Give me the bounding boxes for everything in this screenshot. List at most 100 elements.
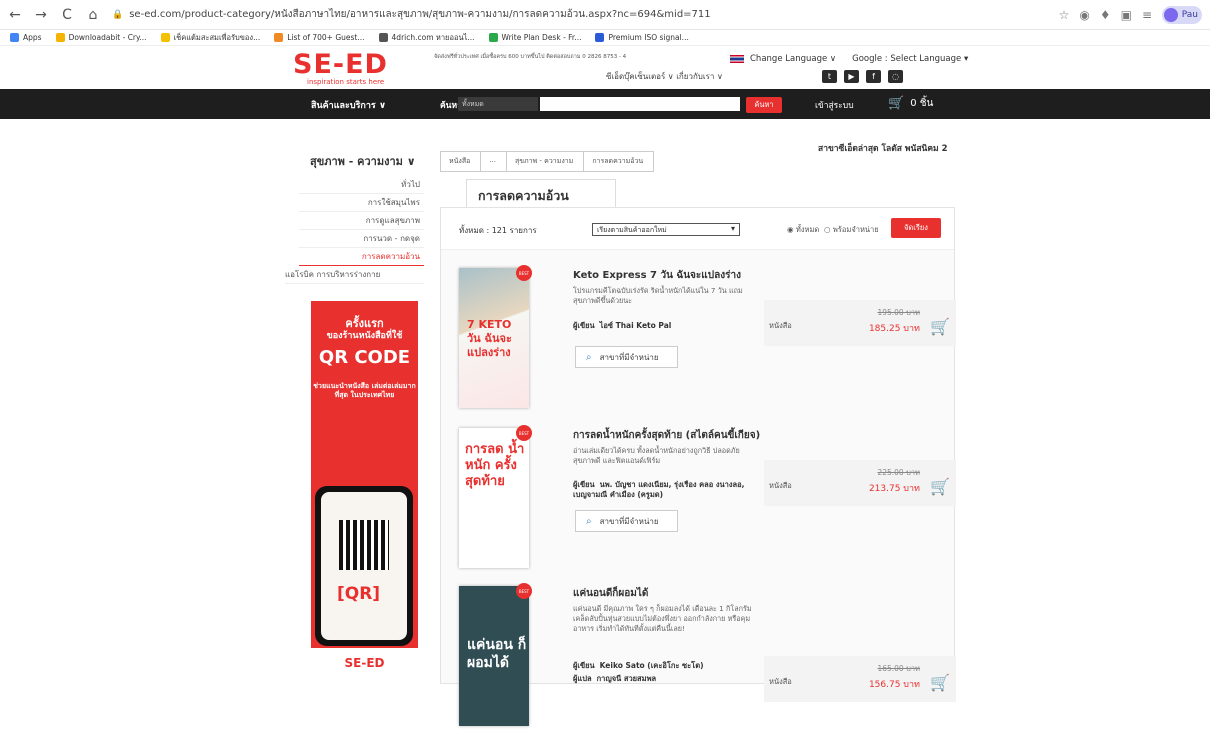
product-item: BEST การลด น้ำหนัก ครั้งสุดท้าย การลดน้ำ…: [459, 425, 956, 578]
cart-button[interactable]: 🛒 0 ชิ้น: [888, 96, 933, 111]
reload-icon[interactable]: C: [60, 7, 74, 23]
bookmark-apps[interactable]: Apps: [10, 33, 42, 42]
book-cover[interactable]: BEST การลด น้ำหนัก ครั้งสุดท้าย: [459, 425, 532, 568]
qr-code-banner[interactable]: ครั้งแรก ของร้านหนังสือที่ใช้ QR CODE ช่…: [311, 301, 418, 684]
search-button[interactable]: ค้นหา: [746, 97, 782, 113]
header-links[interactable]: ซีเอ็ดบุ๊คเซ็นเตอร์ ∨ เกี่ยวกับเรา ∨: [606, 70, 723, 83]
product-type: หนังสือ: [769, 677, 792, 686]
extensions: ☆ ◉ ♦ ▣ ≡ Pau: [1059, 5, 1202, 24]
add-to-cart-icon[interactable]: 🛒: [930, 477, 950, 496]
extension-icon[interactable]: ▣: [1121, 8, 1132, 22]
search-icon: ⌕: [586, 515, 592, 527]
sidebar-item[interactable]: ทั่วไป: [299, 176, 424, 194]
sidebar-item[interactable]: การใช้สมุนไพร: [299, 194, 424, 212]
phone-illustration: [QR]: [315, 486, 413, 646]
google-language-select[interactable]: Google : Select Language ▾: [852, 54, 968, 64]
bookmark-item[interactable]: Premium ISO signal...: [595, 33, 689, 42]
category-tab: การลดความอ้วน: [466, 179, 616, 208]
product-description: แค่นอนดี มีคุณภาพ ใคร ๆ ก็ผอมลงได้ เดือน…: [573, 604, 752, 633]
sidebar-item[interactable]: การดูแลสุขภาพ: [299, 212, 424, 230]
profile-button[interactable]: Pau: [1162, 5, 1202, 24]
breadcrumb-item[interactable]: การลดความอ้วน: [583, 151, 655, 172]
book-cover[interactable]: BEST 7 KETO วัน ฉันจะแปลงร่าง: [459, 265, 532, 408]
latest-branch-notice[interactable]: สาขาซีเอ็ดล่าสุด โลตัส พนัสนิคม 2: [818, 141, 948, 155]
extension-icon[interactable]: ◉: [1079, 8, 1089, 22]
product-item: BEST 7 KETO วัน ฉันจะแปลงร่าง Keto Expre…: [459, 265, 956, 418]
bookmark-item[interactable]: Downloadabit - Cry...: [55, 33, 147, 42]
home-icon[interactable]: ⌂: [86, 7, 100, 23]
extension-icon[interactable]: ♦: [1100, 8, 1111, 22]
se-ed-logo[interactable]: SE-ED inspiration starts here: [293, 51, 410, 87]
breadcrumb-item[interactable]: สุขภาพ - ความงาม: [505, 151, 585, 172]
bookmarks-bar: Apps Downloadabit - Cry... เช็คแต้มสะสมเ…: [0, 30, 1210, 46]
sort-button[interactable]: จัดเรียง: [891, 218, 941, 238]
url-text: se-ed.com/product-category/หนังสือภาษาไท…: [129, 9, 711, 20]
add-to-cart-icon[interactable]: 🛒: [930, 673, 950, 692]
sidebar-item[interactable]: แอโรบิค การบริหารร่างกาย: [285, 266, 424, 284]
old-price: 225.00 บาท: [877, 468, 920, 477]
category-title[interactable]: สุขภาพ - ความงาม ∨: [310, 152, 416, 170]
product-panel: ทั้งหมด : 121 รายการ เรียงตามสินค้าออกให…: [440, 207, 956, 726]
site-header: SE-ED inspiration starts here จัดส่งฟรีท…: [0, 46, 1210, 89]
star-icon[interactable]: ☆: [1059, 8, 1070, 22]
change-language-link[interactable]: Change Language ∨: [750, 54, 836, 64]
product-author: ผู้เขียน ไอซ์ Thai Keto Pal: [573, 321, 672, 330]
breadcrumb-item[interactable]: ...: [480, 151, 507, 172]
products-menu[interactable]: สินค้าและบริการ ∨: [311, 98, 386, 112]
bookmark-item[interactable]: เช็คแต้มสะสมเพื่อรับของ...: [160, 32, 260, 44]
product-title[interactable]: การลดน้ำหนักครั้งสุดท้าย (สไตล์คนขี้เกีย…: [573, 428, 760, 443]
twitter-icon[interactable]: t: [822, 70, 837, 83]
login-link[interactable]: เข้าสู่ระบบ: [815, 98, 854, 112]
sidebar-categories: ทั่วไป การใช้สมุนไพร การดูแลสุขภาพ การนว…: [285, 176, 424, 284]
sale-price: 213.75 บาท: [868, 484, 920, 494]
old-price: 165.00 บาท: [877, 664, 920, 673]
lock-icon: 🔒: [112, 9, 124, 20]
sale-price: 156.75 บาท: [868, 680, 920, 690]
facebook-icon[interactable]: f: [866, 70, 881, 83]
bestseller-badge: BEST: [516, 583, 532, 599]
product-title[interactable]: แค่นอนดีก็ผอมได้: [573, 586, 648, 601]
youtube-icon[interactable]: ▶: [844, 70, 859, 83]
sidebar-item-active[interactable]: การลดความอ้วน: [299, 248, 424, 266]
line-icon[interactable]: ◌: [888, 70, 903, 83]
language-selectors: Change Language ∨ Google : Select Langua…: [730, 54, 968, 64]
browser-toolbar: ← → C ⌂ 🔒 se-ed.com/product-category/หนั…: [0, 0, 1210, 30]
bestseller-badge: BEST: [516, 425, 532, 441]
result-count: ทั้งหมด : 121 รายการ: [459, 226, 537, 235]
radio-available[interactable]: ○ พร้อมจำหน่าย: [824, 224, 879, 236]
bookmark-item[interactable]: List of 700+ Guest...: [274, 33, 365, 42]
main-navbar: สินค้าและบริการ ∨ ค้นหา ทั้งหมด ค้นหา เข…: [0, 89, 1210, 119]
price-box: หนังสือ 195.00 บาท 185.25 บาท 🛒: [764, 300, 956, 346]
banner-logo: SE-ED: [311, 648, 418, 684]
list-toolbar: ทั้งหมด : 121 รายการ เรียงตามสินค้าออกให…: [441, 208, 954, 250]
social-links: t ▶ f ◌: [822, 70, 903, 83]
thai-flag-icon: [730, 55, 744, 63]
old-price: 195.00 บาท: [877, 308, 920, 317]
cart-icon: 🛒: [888, 96, 905, 111]
bookmark-item[interactable]: 4drich.com หายออนไ...: [378, 32, 475, 44]
book-cover[interactable]: BEST แค่นอน ก็ผอมได้: [459, 583, 532, 726]
product-translator: ผู้แปล กาญจนี สวยสมพล: [573, 674, 657, 683]
breadcrumb-item[interactable]: หนังสือ: [440, 151, 482, 172]
search-scope-select[interactable]: ทั้งหมด: [458, 97, 538, 111]
back-icon[interactable]: ←: [8, 7, 22, 23]
cart-count: 0 ชิ้น: [910, 98, 934, 109]
forward-icon[interactable]: →: [34, 7, 48, 23]
search-icon: ⌕: [586, 351, 592, 363]
branch-availability-button[interactable]: ⌕ สาขาที่มีจำหน่าย: [575, 510, 678, 532]
product-title[interactable]: Keto Express 7 วัน ฉันจะแปลงร่าง: [573, 268, 741, 283]
sort-select[interactable]: เรียงตามสินค้าออกใหม่: [592, 223, 740, 236]
add-to-cart-icon[interactable]: 🛒: [930, 317, 950, 336]
reading-list-icon[interactable]: ≡: [1142, 8, 1152, 22]
bookmark-item[interactable]: Write Plan Desk - Fr...: [488, 33, 581, 42]
product-type: หนังสือ: [769, 481, 792, 490]
sidebar-item[interactable]: การนวด - กดจุด: [299, 230, 424, 248]
address-bar[interactable]: 🔒 se-ed.com/product-category/หนังสือภาษา…: [112, 4, 1047, 26]
branch-availability-button[interactable]: ⌕ สาขาที่มีจำหน่าย: [575, 346, 678, 368]
promo-text: จัดส่งฟรีทั่วประเทศ เมื่อซื้อครบ 600 บาท…: [434, 54, 627, 60]
radio-all[interactable]: ◉ ทั้งหมด: [787, 224, 819, 236]
search-input[interactable]: [540, 97, 740, 111]
price-box: หนังสือ 225.00 บาท 213.75 บาท 🛒: [764, 460, 956, 506]
sale-price: 185.25 บาท: [868, 324, 920, 334]
bestseller-badge: BEST: [516, 265, 532, 281]
